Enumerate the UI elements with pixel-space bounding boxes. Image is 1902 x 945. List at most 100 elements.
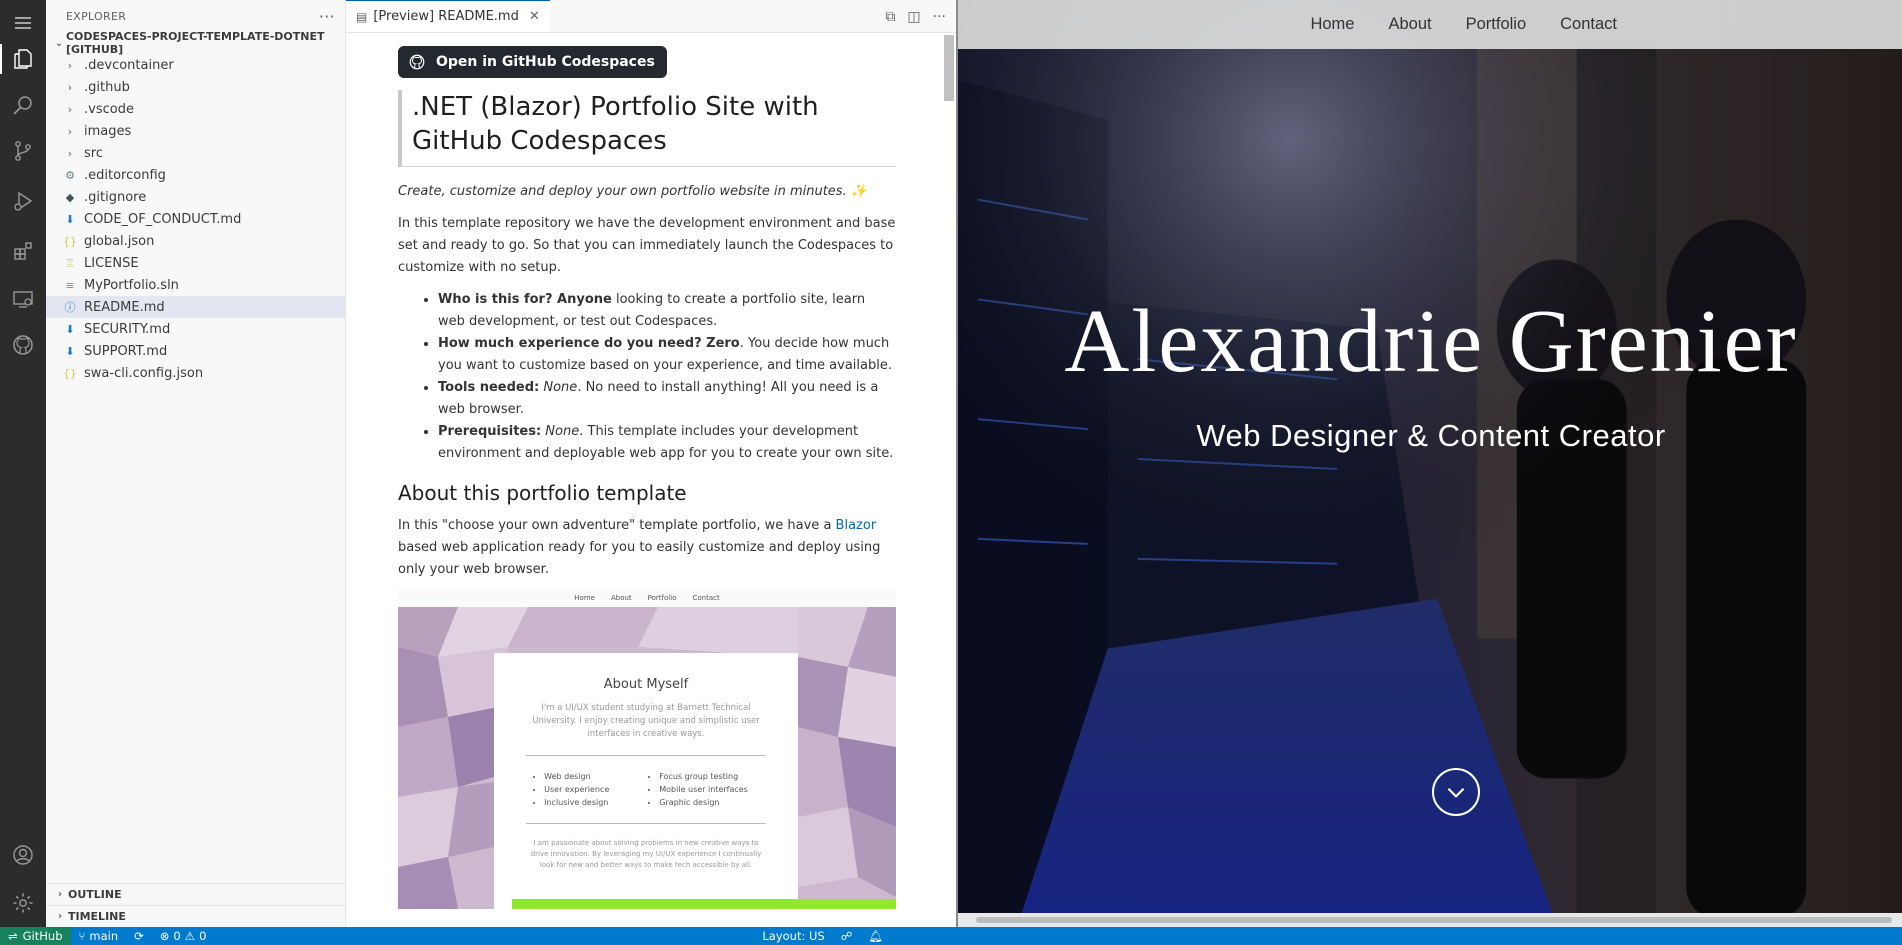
activity-bar <box>0 0 46 927</box>
workspace-root-label: CODESPACES-PROJECT-TEMPLATE-DOTNET [GITH… <box>65 30 325 56</box>
outline-section[interactable]: › OUTLINE <box>46 883 346 905</box>
github-icon[interactable] <box>0 322 46 368</box>
remote-label: GitHub <box>22 929 63 943</box>
chevron-right-icon: › <box>67 146 73 160</box>
screenshot-nav-item: About <box>610 594 632 602</box>
horizontal-scrollbar[interactable] <box>958 913 1902 927</box>
screenshot-nav-item: Contact <box>692 594 720 602</box>
screenshot-nav: Home About Portfolio Contact <box>398 589 896 607</box>
tab-readme-preview[interactable]: ▤ [Preview] README.md ✕ <box>346 0 550 32</box>
tab-label: [Preview] README.md <box>373 9 519 24</box>
keyboard-layout[interactable]: Layout: US <box>754 929 832 943</box>
readme-intro: In this template repository we have the … <box>398 216 896 275</box>
file-label: CODE_OF_CONDUCT.md <box>84 211 242 227</box>
blazor-link[interactable]: Blazor <box>836 518 877 533</box>
file-item[interactable]: ⓘ README.md <box>46 296 345 318</box>
remote-explorer-icon[interactable] <box>0 276 46 322</box>
file-item[interactable]: {} global.json <box>46 230 345 252</box>
readme-tagline: Create, customize and deploy your own po… <box>398 184 868 199</box>
file-item[interactable]: ≡ MyPortfolio.sln <box>46 274 345 296</box>
folder-label: .devcontainer <box>84 57 174 73</box>
about-card-title: About Myself <box>603 677 689 692</box>
search-icon[interactable] <box>0 82 46 128</box>
scroll-down-button[interactable] <box>1432 768 1480 816</box>
folder-item[interactable]: › src <box>46 142 345 164</box>
folder-item[interactable]: › .vscode <box>46 98 345 120</box>
sync-icon: ⟳ <box>134 929 144 943</box>
workspace-root[interactable]: ⌄ CODESPACES-PROJECT-TEMPLATE-DOTNET [GI… <box>46 30 345 56</box>
chevron-right-icon: › <box>67 102 73 116</box>
about-card-text: I'm a UI/UX student studying at Barnett … <box>532 703 760 739</box>
skill-item: Mobile user interfaces <box>659 783 748 796</box>
split-editor-icon[interactable]: ◫ <box>907 9 920 25</box>
about-text-post: based web application ready for you to e… <box>398 540 881 577</box>
account-icon[interactable] <box>0 832 46 878</box>
file-item[interactable]: ◆ .gitignore <box>46 186 345 208</box>
readme-bullet: Tools needed: None. No need to install a… <box>438 377 896 421</box>
extensions-icon[interactable] <box>0 228 46 274</box>
skill-item: User experience <box>544 783 609 796</box>
settings-icon[interactable] <box>0 880 46 926</box>
file-item[interactable]: ⚙ .editorconfig <box>46 164 345 186</box>
file-item[interactable]: ⬇ SECURITY.md <box>46 318 345 340</box>
bullet-bold: Prerequisites: <box>438 424 542 439</box>
problems-indicator[interactable]: ⊗ 0 ⚠ 0 <box>152 929 215 943</box>
horizontal-scrollbar-thumb[interactable] <box>976 917 1892 923</box>
more-actions-icon[interactable]: ··· <box>933 9 946 25</box>
file-item[interactable]: {} swa-cli.config.json <box>46 362 345 384</box>
skills-columns: Web designUser experienceInclusive desig… <box>494 770 798 809</box>
files-icon[interactable] <box>0 36 46 82</box>
file-label: swa-cli.config.json <box>84 365 204 381</box>
remote-indicator[interactable]: ⇌ GitHub <box>0 927 71 945</box>
json-file-icon: {} <box>63 234 77 248</box>
editor-scrollbar-thumb[interactable] <box>944 35 954 101</box>
file-tree: › .devcontainer › .github › .vscode › images › sr… <box>46 54 345 384</box>
sync-button[interactable]: ⟳ <box>126 929 152 943</box>
nav-link-about[interactable]: About <box>1388 15 1431 34</box>
bullet-bold: Tools needed: <box>438 380 540 395</box>
folder-item[interactable]: › images <box>46 120 345 142</box>
folder-item[interactable]: › .github <box>46 76 345 98</box>
nav-link-contact[interactable]: Contact <box>1560 15 1617 34</box>
open-in-codespaces-button[interactable]: Open in GitHub Codespaces <box>398 46 667 78</box>
chevron-down-icon: ⌄ <box>54 37 64 49</box>
folder-label: src <box>84 145 103 161</box>
run-debug-icon[interactable] <box>0 178 46 224</box>
open-source-icon[interactable]: ⧉ <box>885 9 895 25</box>
portfolio-screenshot-image: Home About Portfolio Contact About Mysel… <box>398 589 896 909</box>
file-item[interactable]: ⬇ CODE_OF_CONDUCT.md <box>46 208 345 230</box>
feedback-button[interactable]: ☍ <box>833 929 861 943</box>
readme-about-text: In this "choose your own adventure" temp… <box>398 515 896 581</box>
readme-bullets: Who is this for? Anyone looking to creat… <box>398 289 896 465</box>
remote-icon: ⇌ <box>8 929 18 943</box>
branch-label: main <box>89 929 119 943</box>
screenshot-nav-item: Home <box>574 594 595 602</box>
editor-scrollbar[interactable] <box>942 33 956 927</box>
outline-label: OUTLINE <box>68 888 122 901</box>
hero-background-image <box>958 0 1902 926</box>
branch-indicator[interactable]: ⑂ main <box>71 929 127 943</box>
notifications-button[interactable]: 🔔︎ <box>860 929 891 943</box>
timeline-section[interactable]: › TIMELINE <box>46 905 346 927</box>
file-label: SUPPORT.md <box>84 343 168 359</box>
folder-label: .github <box>84 79 130 95</box>
more-actions-icon[interactable]: ··· <box>319 7 335 26</box>
file-label: SECURITY.md <box>84 321 171 337</box>
bullet-italic: None <box>539 380 578 395</box>
source-control-icon[interactable] <box>0 128 46 174</box>
folder-label: images <box>84 123 132 139</box>
skill-item: Focus group testing <box>659 770 748 783</box>
hero-name: Alexandrie Grenier <box>1064 292 1798 391</box>
chevron-right-icon: › <box>57 889 63 900</box>
skills-col-2: Focus group testingMobile user interface… <box>659 770 748 809</box>
timeline-label: TIMELINE <box>68 910 126 923</box>
nav-link-portfolio[interactable]: Portfolio <box>1466 15 1527 34</box>
file-item[interactable]: ⬇ SUPPORT.md <box>46 340 345 362</box>
nav-link-home[interactable]: Home <box>1310 15 1354 34</box>
folder-item[interactable]: › .devcontainer <box>46 54 345 76</box>
file-item[interactable]: ♖ LICENSE <box>46 252 345 274</box>
close-icon[interactable]: ✕ <box>529 9 540 24</box>
branch-icon: ⑂ <box>78 929 86 943</box>
info-file-icon: ⓘ <box>64 301 76 314</box>
tab-bar: ▤ [Preview] README.md ✕ ⧉ ◫ ··· <box>346 0 956 33</box>
